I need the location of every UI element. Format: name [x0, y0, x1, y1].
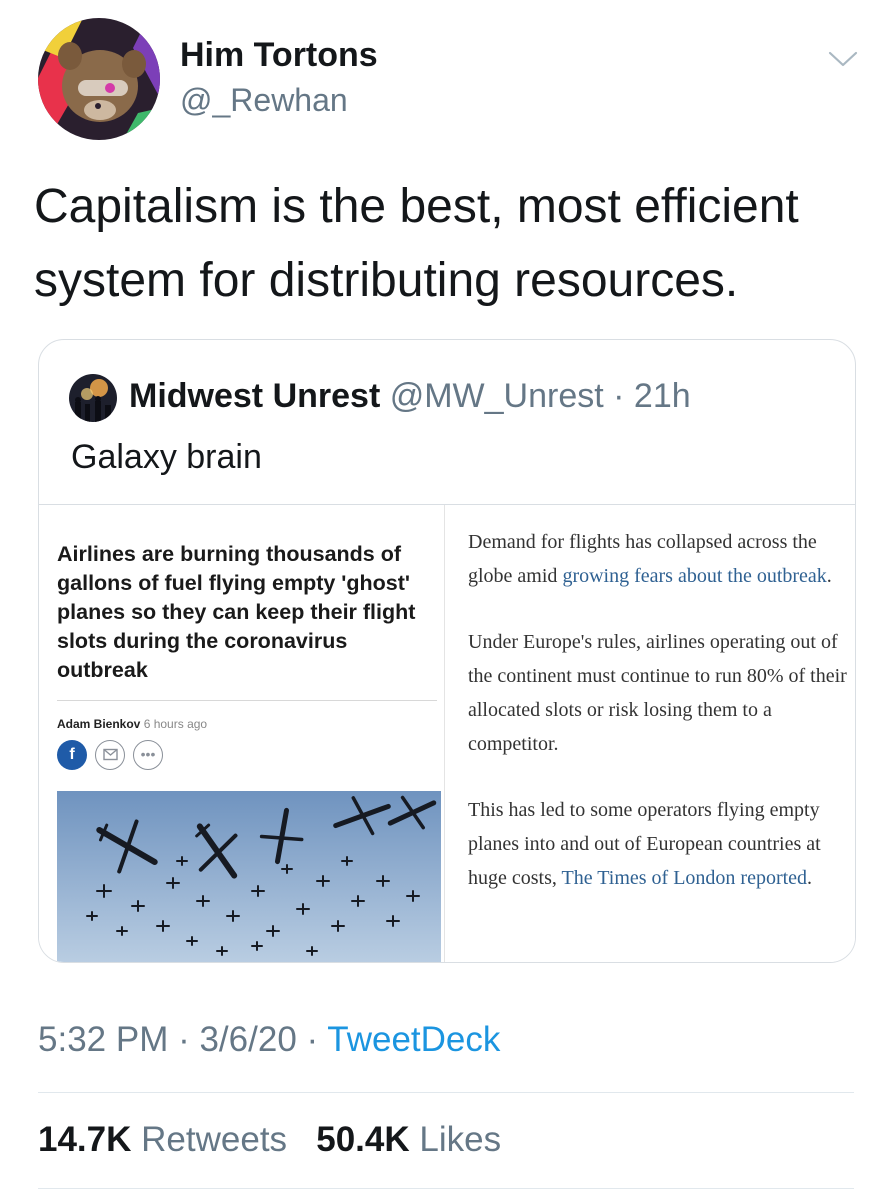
article-left-panel: Airlines are burning thousands of gallon…: [53, 505, 445, 962]
dot-separator: ·: [603, 377, 634, 415]
article-paragraph: Under Europe's rules, airlines operating…: [468, 631, 847, 755]
tweet-source-link[interactable]: TweetDeck: [327, 1020, 500, 1059]
chevron-down-icon[interactable]: [826, 48, 860, 70]
dot-separator: ·: [168, 1020, 200, 1059]
article-headline: Airlines are burning thousands of gallon…: [57, 542, 416, 682]
article-time: 6 hours ago: [143, 717, 208, 731]
tweet-text-line: system for distributing resources.: [34, 254, 739, 307]
article-byline: Adam Bienkov 6 hours ago: [57, 717, 207, 731]
article-paragraph: Demand for flights has collapsed across …: [468, 525, 848, 593]
quoted-author-name[interactable]: Midwest Unrest: [129, 377, 380, 415]
article-divider: [57, 700, 437, 701]
envelope-icon: [95, 740, 125, 770]
quoted-author-handle[interactable]: @MW_Unrest: [390, 377, 604, 415]
tweet-stats: 14.7K Retweets 50.4K Likes: [38, 1120, 501, 1160]
article-text: .: [807, 867, 813, 889]
facebook-icon: f: [57, 740, 87, 770]
article-paragraph: This has led to some operators flying em…: [468, 793, 848, 895]
article-body: Demand for flights has collapsed across …: [468, 525, 848, 927]
quoted-tweet-text: Galaxy brain: [71, 438, 262, 476]
likes-label: Likes: [419, 1120, 502, 1159]
article-link: growing fears about the outbreak: [562, 565, 827, 587]
article-link: The Times of London reported: [561, 867, 808, 889]
retweets-label: Retweets: [141, 1120, 288, 1159]
quoted-tweet-age: 21h: [633, 377, 691, 415]
tweet-date[interactable]: 3/6/20: [199, 1020, 296, 1059]
tweet-time[interactable]: 5:32 PM: [38, 1020, 168, 1059]
author-name[interactable]: Him Tortons: [180, 36, 378, 75]
divider: [38, 1092, 854, 1093]
retweets-stat[interactable]: 14.7K Retweets: [38, 1120, 287, 1159]
quoted-tweet-card[interactable]: Midwest Unrest @MW_Unrest · 21h Galaxy b…: [38, 339, 856, 963]
quoted-author-meta: @MW_Unrest · 21h: [390, 377, 691, 415]
quoted-tweet-header: Midwest Unrest @MW_Unrest · 21h: [129, 377, 691, 416]
tweet-text-line: Capitalism is the best, most efficient: [34, 180, 799, 233]
likes-stat[interactable]: 50.4K Likes: [316, 1120, 501, 1159]
airplanes-photo: [57, 791, 441, 962]
more-icon: •••: [133, 740, 163, 770]
likes-count: 50.4K: [316, 1120, 410, 1159]
author-avatar[interactable]: [38, 18, 160, 140]
retweets-count: 14.7K: [38, 1120, 132, 1159]
tweet-text: Capitalism is the best, most efficient s…: [34, 170, 864, 318]
quoted-tweet-image[interactable]: Airlines are burning thousands of gallon…: [39, 504, 855, 962]
article-author: Adam Bienkov: [57, 717, 141, 731]
dot-separator: ·: [296, 1020, 328, 1059]
article-text: .: [826, 565, 832, 587]
divider: [38, 1188, 854, 1189]
author-handle[interactable]: @_Rewhan: [180, 82, 348, 119]
quoted-author-avatar[interactable]: [69, 374, 117, 422]
article-column-divider: [444, 505, 445, 962]
tweet-timestamp: 5:32 PM · 3/6/20 · TweetDeck: [38, 1020, 500, 1060]
